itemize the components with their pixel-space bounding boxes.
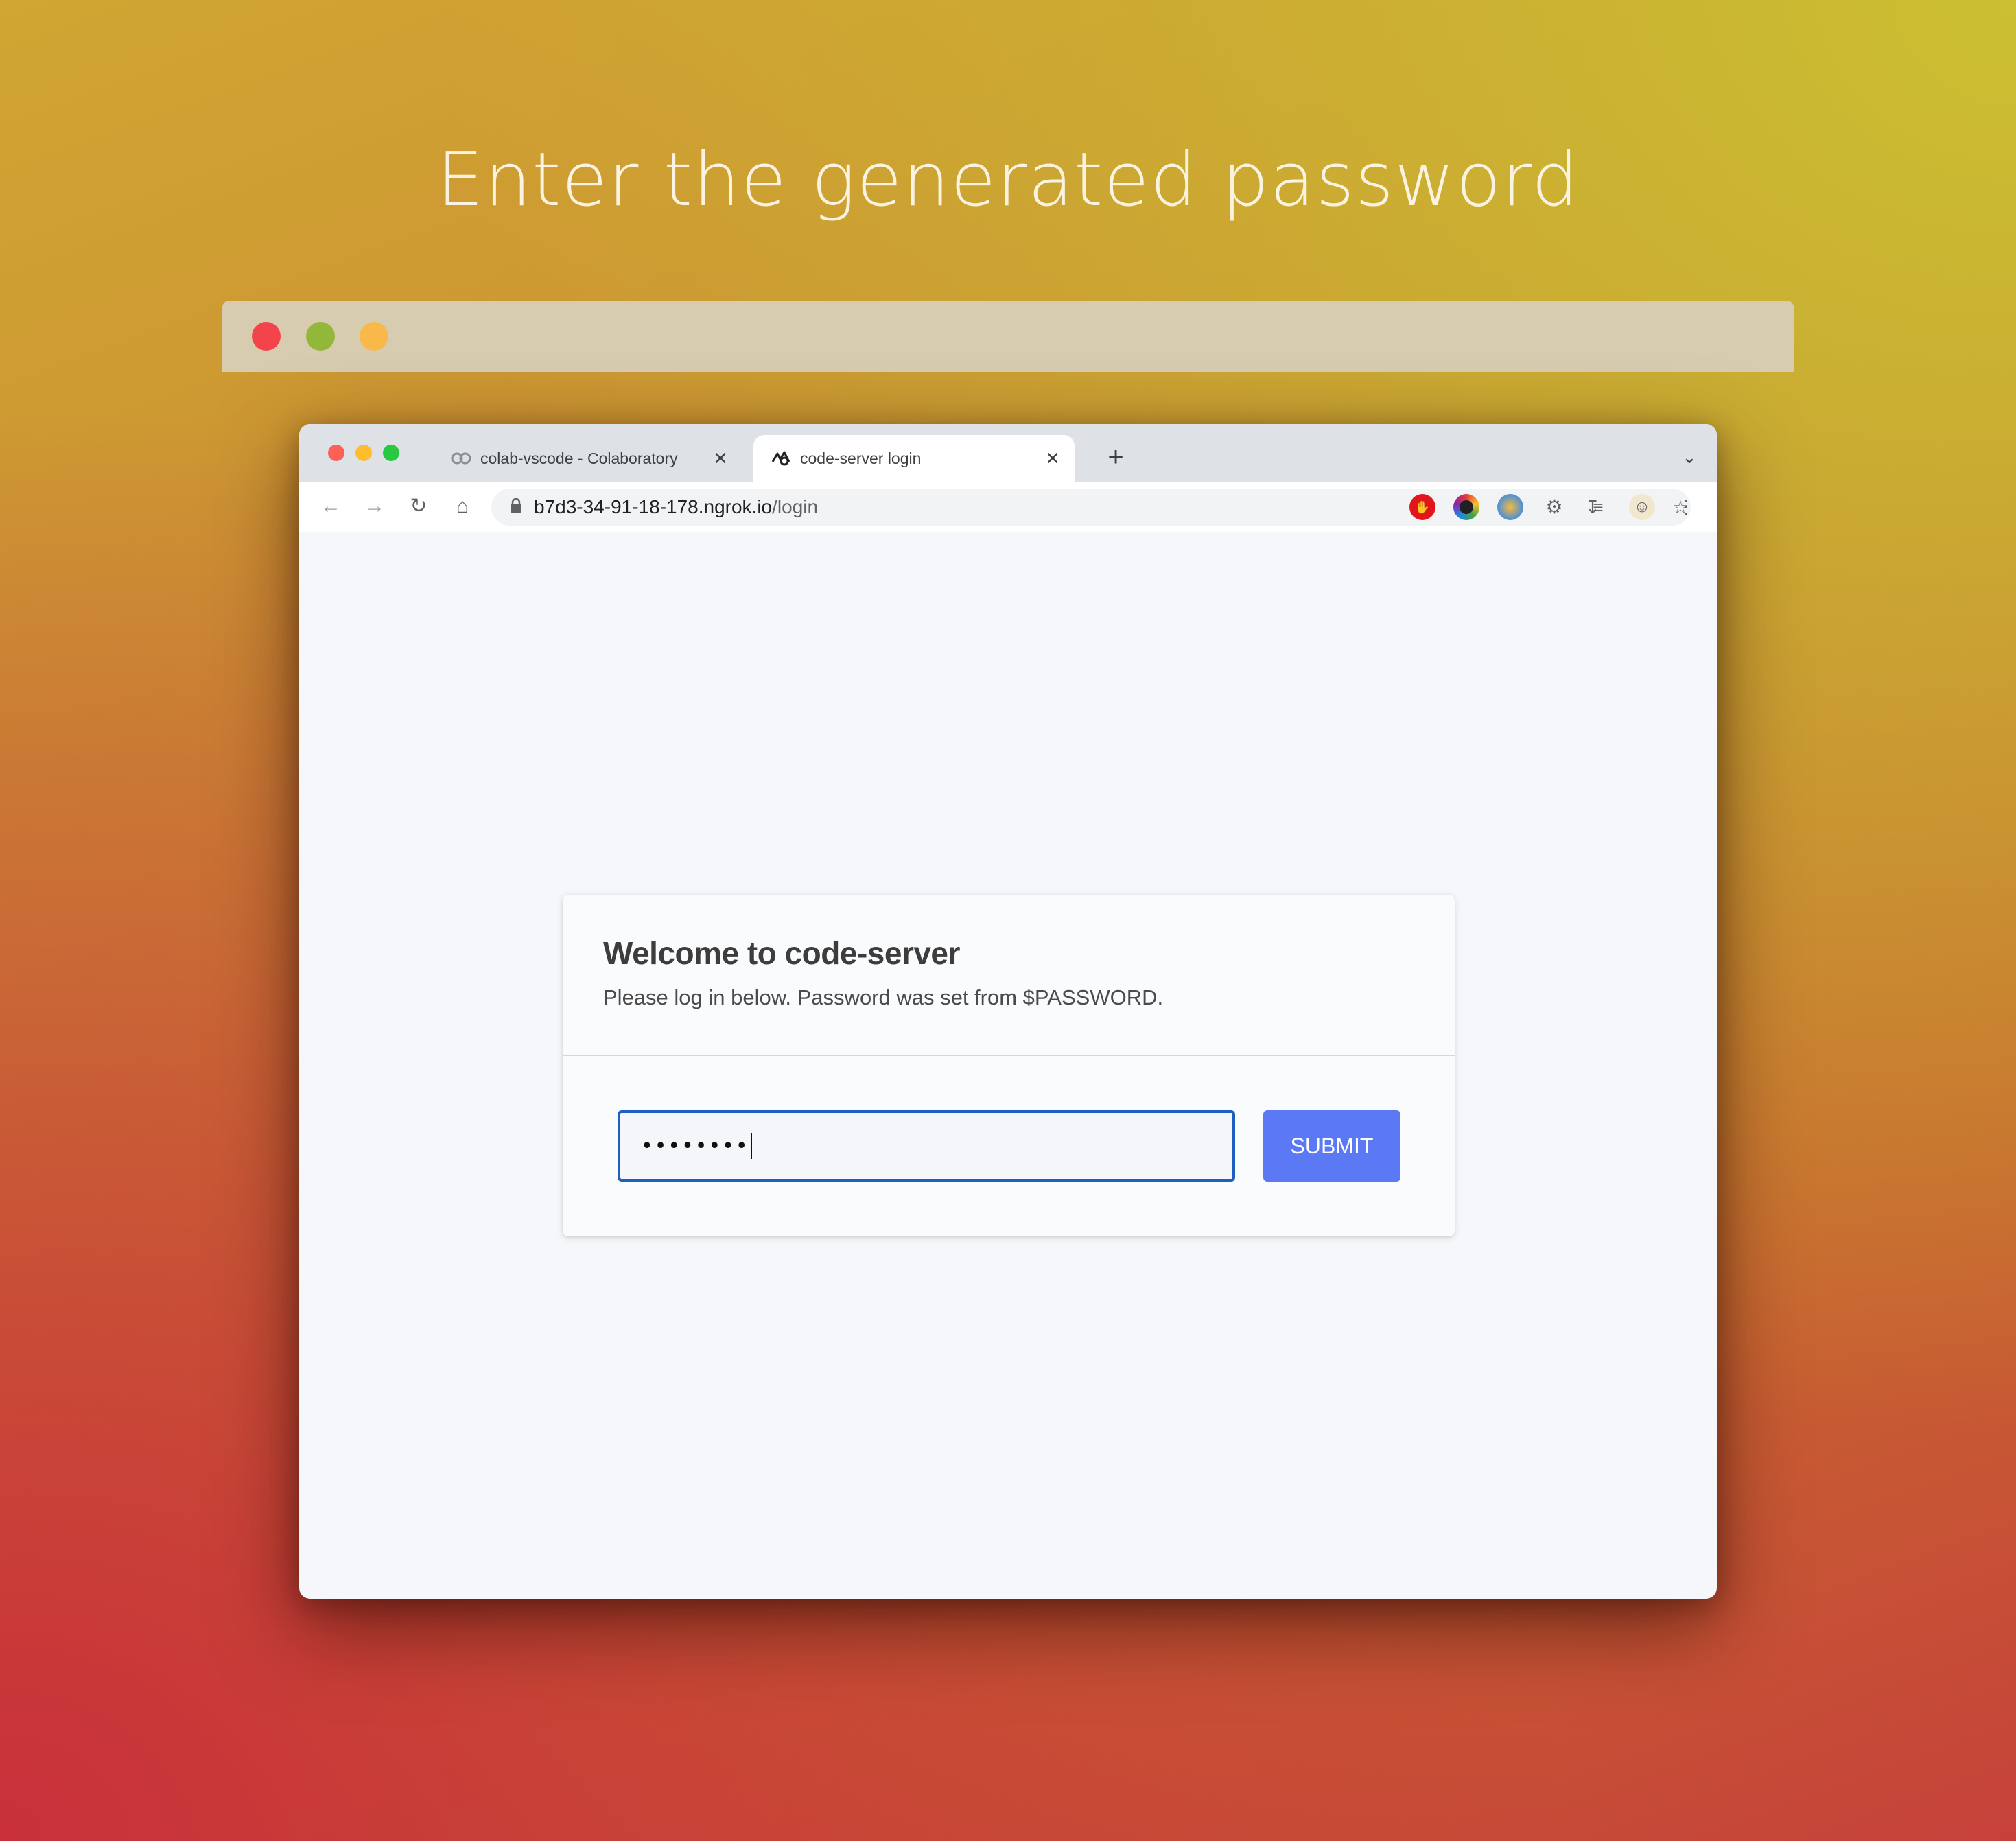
tab-colab[interactable]: colab-vscode - Colaboratory ✕ [434, 435, 742, 482]
forward-arrow-icon[interactable]: → [360, 491, 390, 521]
window-close-button[interactable] [328, 445, 344, 461]
tab-strip: colab-vscode - Colaboratory ✕ code-serve… [299, 424, 1717, 482]
outer-close-dot [252, 322, 281, 351]
home-icon[interactable]: ⌂ [447, 491, 478, 521]
text-caret [750, 1133, 752, 1159]
url-text: b7d3-34-91-18-178.ngrok.io/login [534, 496, 818, 518]
outer-minimize-dot [360, 322, 388, 351]
adblock-extension-icon[interactable]: ✋ [1409, 494, 1435, 520]
tab-label: colab-vscode - Colaboratory [480, 449, 678, 467]
lock-icon [508, 497, 524, 517]
browser-window: colab-vscode - Colaboratory ✕ code-serve… [299, 424, 1717, 1599]
media-queue-icon[interactable]: ≡ [1585, 494, 1611, 520]
card-divider [563, 1055, 1455, 1056]
profile-avatar-icon[interactable]: ☺ [1629, 494, 1655, 520]
reload-icon[interactable]: ↻ [403, 491, 434, 521]
code-server-icon [769, 449, 793, 467]
outer-zoom-dot [306, 322, 335, 351]
back-arrow-icon[interactable]: ← [316, 491, 346, 521]
close-tab-icon[interactable]: ✕ [1039, 448, 1066, 469]
login-title: Welcome to code-server [603, 935, 960, 971]
password-input[interactable]: •••••••• [618, 1110, 1235, 1182]
new-tab-button[interactable]: + [1099, 441, 1132, 473]
globe-extension-icon[interactable] [1497, 494, 1523, 520]
extensions-puzzle-icon[interactable]: ⚙ [1541, 494, 1567, 520]
url-host: b7d3-34-91-18-178.ngrok.io [534, 496, 773, 517]
tab-search-icon[interactable]: ⌄ [1676, 443, 1703, 471]
url-path: /login [772, 496, 819, 517]
tab-label: code-server login [800, 449, 922, 467]
browser-toolbar: ← → ↻ ⌂ b7d3-34-91-18-178.ngrok.io/login… [299, 482, 1717, 532]
password-value: •••••••• [641, 1134, 749, 1158]
window-zoom-button[interactable] [383, 445, 399, 461]
color-extension-icon[interactable] [1453, 494, 1479, 520]
login-subtitle: Please log in below. Password was set fr… [603, 985, 1164, 1009]
more-menu-icon[interactable]: ⋮ [1673, 494, 1699, 520]
outer-window-titlebar [222, 301, 1794, 372]
colab-icon [449, 452, 473, 465]
window-minimize-button[interactable] [355, 445, 372, 461]
close-tab-icon[interactable]: ✕ [707, 448, 734, 469]
tab-code-server-login[interactable]: code-server login ✕ [753, 435, 1075, 482]
page-headline: Enter the generated password [436, 137, 1580, 223]
submit-button[interactable]: SUBMIT [1263, 1110, 1400, 1182]
login-card: Welcome to code-server Please log in bel… [563, 895, 1455, 1236]
